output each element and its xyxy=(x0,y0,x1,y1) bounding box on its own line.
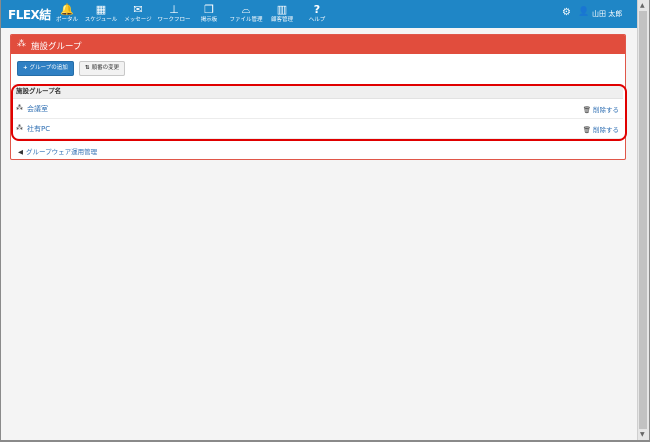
delete-label: 削除する xyxy=(593,106,619,114)
delete-label: 削除する xyxy=(593,126,619,134)
scroll-down-icon[interactable]: ▼ xyxy=(640,431,645,438)
bell-icon: 🔔 xyxy=(60,3,74,16)
nav-label: ワークフロー xyxy=(157,17,191,23)
facility-group-link[interactable]: 社有PC xyxy=(27,124,50,134)
panel-header: ⁂ 施設グループ xyxy=(11,35,625,54)
delete-link[interactable]: 🗑 削除する xyxy=(583,124,619,134)
user-icon: 👤 xyxy=(578,7,590,17)
nav-portal[interactable]: 🔔 ポータル xyxy=(48,3,86,24)
scroll-up-icon[interactable]: ▲ xyxy=(640,2,645,9)
nav-label: ファイル管理 xyxy=(229,17,263,23)
cogs-icon[interactable]: ⚙ xyxy=(562,7,571,18)
nav-bulletin-board[interactable]: ❐ 掲示板 xyxy=(190,3,228,24)
column-header: 施設グループ名 xyxy=(13,84,623,99)
nav-workflow[interactable]: ⊥ ワークフロー xyxy=(155,3,193,24)
page-title: 施設グループ xyxy=(31,42,82,52)
delete-link[interactable]: 🗑 削除する xyxy=(583,104,619,114)
app-window: FLEX結 🔔 ポータル ▦ スケジュール ✉ メッセージ ⊥ ワークフロー ❐… xyxy=(1,0,637,440)
cubes-icon: ⁂ xyxy=(17,39,26,49)
plus-icon: + xyxy=(23,65,28,71)
drive-icon: ⌓ xyxy=(241,3,251,16)
nav-customer-management[interactable]: ▥ 顧客管理 xyxy=(263,3,301,24)
building-icon: ▥ xyxy=(276,3,288,16)
table-row: ⁂ 社有PC 🗑 削除する xyxy=(13,119,623,139)
calendar-icon: ▦ xyxy=(95,3,107,16)
facility-group-panel: ⁂ 施設グループ + グループの追加 ⇅ 順番の変更 施設グループ名 ⁂ 会議室 🗑… xyxy=(10,34,627,160)
add-group-label: グループの追加 xyxy=(29,65,68,71)
stamp-icon: ⊥ xyxy=(169,3,179,16)
facility-group-table: 施設グループ名 ⁂ 会議室 🗑 削除する ⁂ 社有PC 🗑 削除する xyxy=(13,84,623,139)
nav-label: ポータル xyxy=(55,17,78,23)
change-order-label: 順番の変更 xyxy=(91,65,120,71)
documents-icon: ❐ xyxy=(204,3,214,16)
nav-schedule[interactable]: ▦ スケジュール xyxy=(82,3,120,24)
back-link-label: グループウェア運用管理 xyxy=(26,148,98,156)
scrollbar-thumb[interactable] xyxy=(639,11,647,429)
nav-label: 顧客管理 xyxy=(270,17,293,23)
top-navigation-bar: FLEX結 🔔 ポータル ▦ スケジュール ✉ メッセージ ⊥ ワークフロー ❐… xyxy=(1,0,637,28)
nav-help[interactable]: ? ヘルプ xyxy=(298,3,336,24)
add-group-button[interactable]: + グループの追加 xyxy=(17,61,74,76)
nav-file-management[interactable]: ⌓ ファイル管理 xyxy=(227,3,265,24)
app-logo[interactable]: FLEX結 xyxy=(8,6,51,23)
table-row: ⁂ 会議室 🗑 削除する xyxy=(13,99,623,119)
nav-label: ヘルプ xyxy=(308,17,326,23)
envelope-icon: ✉ xyxy=(133,3,143,16)
nav-label: スケジュール xyxy=(84,17,118,23)
nav-label: 掲示板 xyxy=(200,17,218,23)
cubes-icon: ⁂ xyxy=(16,104,23,112)
groupware-admin-link[interactable]: ◀ グループウェア運用管理 xyxy=(18,146,97,156)
trash-icon: 🗑 xyxy=(582,126,591,134)
cubes-icon: ⁂ xyxy=(16,124,23,132)
trash-icon: 🗑 xyxy=(582,106,591,114)
facility-group-link[interactable]: 会議室 xyxy=(27,104,48,114)
user-name[interactable]: 山田 太郎 xyxy=(592,9,622,19)
nav-message[interactable]: ✉ メッセージ xyxy=(119,3,157,24)
caret-left-icon: ◀ xyxy=(18,148,23,156)
vertical-scrollbar[interactable]: ▲ ▼ xyxy=(637,0,649,440)
change-order-button[interactable]: ⇅ 順番の変更 xyxy=(79,61,126,76)
sort-icon: ⇅ xyxy=(85,65,90,71)
question-icon: ? xyxy=(313,3,321,16)
nav-label: メッセージ xyxy=(124,17,152,23)
